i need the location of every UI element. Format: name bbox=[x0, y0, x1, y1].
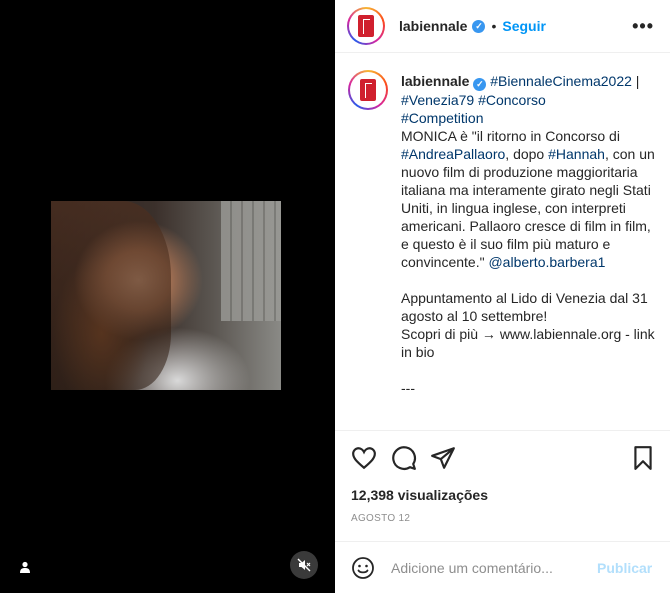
avatar-inner bbox=[349, 9, 383, 43]
caption-text-segment: Appuntamento al Lido di Venezia dal 31 a… bbox=[401, 290, 655, 396]
user-tag-button[interactable] bbox=[14, 556, 36, 578]
save-icon[interactable] bbox=[630, 445, 656, 471]
caption-text-segment: | bbox=[631, 73, 644, 89]
publish-button[interactable]: Publicar bbox=[597, 560, 652, 576]
video-player[interactable] bbox=[51, 201, 281, 390]
caption-username[interactable]: labiennale bbox=[401, 73, 469, 89]
mute-icon bbox=[297, 558, 311, 572]
caption-hashtag-link[interactable]: @alberto.barbera1 bbox=[488, 254, 605, 270]
mute-button[interactable] bbox=[290, 551, 318, 579]
verified-icon: ✓ bbox=[472, 19, 486, 33]
caption-avatar[interactable] bbox=[348, 70, 388, 110]
post-date[interactable]: AGOSTO 12 bbox=[351, 513, 410, 524]
caption-body: #BiennaleCinema2022 | #Venezia79 #Concor… bbox=[401, 73, 659, 396]
biennale-logo bbox=[358, 15, 374, 37]
post-panel: labiennale ✓ • Seguir ••• labiennale ✓ #… bbox=[335, 0, 670, 593]
caption-text-segment: MONICA è "il ritorno in Concorso di bbox=[401, 128, 620, 144]
comment-icon[interactable] bbox=[391, 445, 417, 471]
caption-hashtag-link[interactable]: #Concorso bbox=[478, 92, 546, 108]
share-icon[interactable] bbox=[430, 445, 456, 471]
caption-hashtag-link[interactable]: #Competition bbox=[401, 110, 484, 126]
caption-text-segment: , dopo bbox=[505, 146, 549, 162]
user-tag-icon bbox=[20, 561, 30, 573]
caption-hashtag-link[interactable]: #Venezia79 bbox=[401, 92, 474, 108]
media-pane bbox=[0, 0, 335, 593]
video-still-hair bbox=[51, 201, 171, 390]
action-bar bbox=[335, 430, 670, 486]
emoji-icon[interactable] bbox=[351, 556, 375, 580]
caption-avatar-inner bbox=[350, 72, 386, 108]
verified-icon: ✓ bbox=[473, 78, 487, 91]
follow-button[interactable]: Seguir bbox=[502, 18, 546, 34]
heart-icon[interactable] bbox=[351, 445, 377, 471]
caption-text-segment: , con un nuovo film di produzione maggio… bbox=[401, 146, 659, 270]
caption-hashtag-link[interactable]: #BiennaleCinema2022 bbox=[490, 73, 632, 89]
video-still-window bbox=[221, 201, 281, 321]
caption-text: labiennale ✓ #BiennaleCinema2022 | #Vene… bbox=[401, 72, 655, 397]
more-icon[interactable]: ••• bbox=[632, 16, 654, 37]
separator-dot: • bbox=[491, 18, 497, 34]
comment-bar: Publicar bbox=[335, 541, 670, 593]
post-header: labiennale ✓ • Seguir ••• bbox=[335, 0, 670, 53]
comment-input[interactable] bbox=[391, 559, 581, 576]
caption-hashtag-link[interactable]: #AndreaPallaoro bbox=[401, 146, 505, 162]
avatar[interactable] bbox=[347, 7, 385, 45]
header-username[interactable]: labiennale bbox=[399, 18, 467, 34]
views-count[interactable]: 12,398 visualizações bbox=[351, 487, 488, 503]
caption-hashtag-link[interactable]: #Hannah bbox=[548, 146, 605, 162]
biennale-logo bbox=[360, 79, 376, 101]
caption-area: labiennale ✓ #BiennaleCinema2022 | #Vene… bbox=[335, 54, 670, 430]
